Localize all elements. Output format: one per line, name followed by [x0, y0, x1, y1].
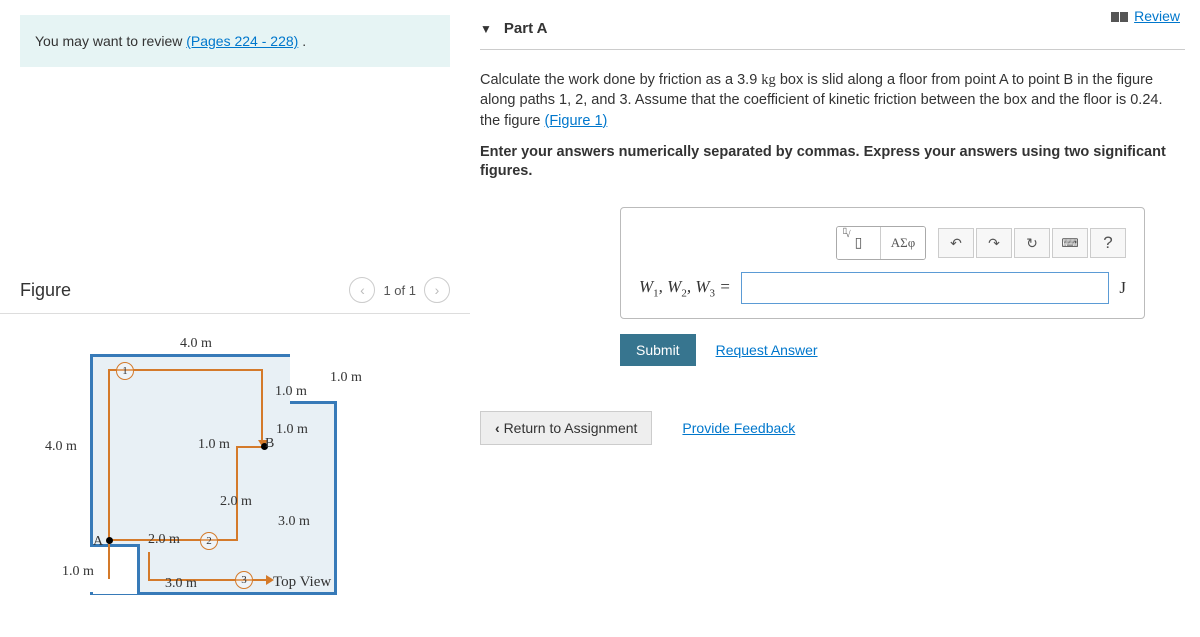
instruction-text: Enter your answers numerically separated…	[480, 143, 1185, 182]
point-b-label: B	[265, 436, 274, 452]
part-header[interactable]: ▼ Part A	[480, 0, 1185, 50]
greek-tool-button[interactable]: ΑΣφ	[881, 227, 925, 259]
variable-label: W1, W2, W3 =	[639, 277, 731, 299]
help-tool-button[interactable]: ?	[1090, 228, 1126, 258]
prev-figure-button[interactable]: ‹	[349, 277, 375, 303]
undo-button[interactable]: ↶	[938, 228, 974, 258]
review-link[interactable]: Review	[1111, 8, 1180, 24]
pages-link[interactable]: (Pages 224 - 228)	[186, 33, 298, 49]
figure-header: Figure ‹ 1 of 1 ›	[0, 267, 470, 314]
question-text: Calculate the work done by friction as a…	[480, 70, 1185, 131]
dim-label: 1.0 m	[330, 370, 362, 386]
collapse-icon: ▼	[480, 22, 492, 36]
dim-label: 1.0 m	[275, 384, 307, 400]
dim-label: 1.0 m	[276, 422, 308, 438]
dim-label: 1.0 m	[62, 564, 94, 580]
reset-button[interactable]: ↻	[1014, 228, 1050, 258]
dim-label: 1.0 m	[198, 437, 230, 453]
bookmark-icon	[1120, 12, 1128, 22]
provide-feedback-link[interactable]: Provide Feedback	[682, 420, 795, 436]
pager-text: 1 of 1	[383, 283, 416, 298]
submit-button[interactable]: Submit	[620, 334, 696, 366]
path-3-marker: 3	[235, 571, 253, 589]
keyboard-button[interactable]: ⌨	[1052, 228, 1088, 258]
figure-diagram: 1 2 3 4.0 m 4.0 m 1.0 m 1.0 m 1.0 m 1.0 …	[0, 314, 470, 634]
part-title: Part A	[504, 20, 548, 37]
dim-label: 2.0 m	[148, 532, 180, 548]
path-1-marker: 1	[116, 362, 134, 380]
redo-button[interactable]: ↷	[976, 228, 1012, 258]
answer-box: ▯√▯ ΑΣφ ↶ ↷ ↻ ⌨ ? W1, W2, W3 = J	[620, 207, 1145, 319]
answer-toolbar: ▯√▯ ΑΣφ ↶ ↷ ↻ ⌨ ?	[639, 226, 1126, 260]
dim-label: 2.0 m	[220, 494, 252, 510]
next-figure-button[interactable]: ›	[424, 277, 450, 303]
path-2-marker: 2	[200, 532, 218, 550]
template-tool-button[interactable]: ▯√▯	[837, 227, 881, 259]
return-button[interactable]: ‹ Return to Assignment	[480, 411, 652, 445]
dim-label: 3.0 m	[165, 576, 197, 592]
figure-title: Figure	[20, 280, 71, 301]
bookmark-icon	[1111, 12, 1119, 22]
request-answer-link[interactable]: Request Answer	[716, 342, 818, 358]
point-a-label: A	[93, 534, 103, 550]
topview-label: Top View	[273, 574, 331, 591]
answer-input[interactable]	[741, 272, 1110, 304]
dim-label: 4.0 m	[180, 336, 212, 352]
chevron-left-icon: ‹	[495, 420, 500, 436]
hint-box: You may want to review (Pages 224 - 228)…	[20, 15, 450, 67]
figure-pager: ‹ 1 of 1 ›	[349, 277, 450, 303]
unit-label: J	[1119, 278, 1126, 298]
dim-label: 3.0 m	[278, 514, 310, 530]
dim-label: 4.0 m	[45, 439, 77, 455]
figure-1-link[interactable]: (Figure 1)	[545, 113, 608, 129]
